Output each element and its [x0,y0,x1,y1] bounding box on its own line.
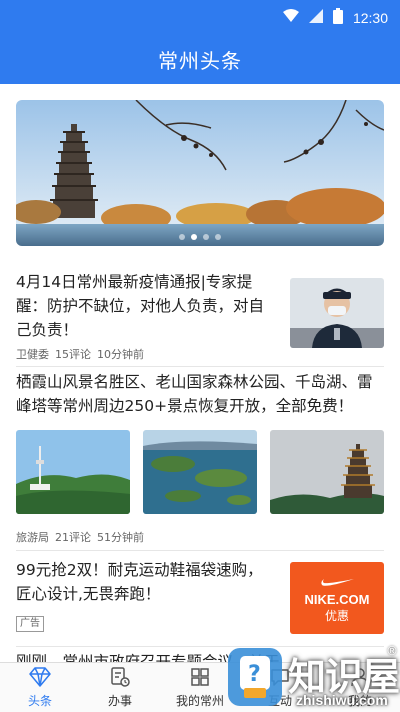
ad-tag: 广告 [16,616,44,632]
officer-photo [290,278,384,348]
news-thumbnail[interactable] [143,430,257,514]
tab-services[interactable]: 办事 [80,663,160,712]
lake-islands-photo [143,430,257,514]
watermark-registered: ® [386,644,398,658]
app-header: 常州头条 [0,34,400,84]
news-time: 51分钟前 [97,531,144,544]
site-watermark: ? 知识屋 ® zhishiwu.com [220,630,400,711]
news-thumbnail[interactable] [270,430,384,514]
news-thumbnail[interactable] [290,278,384,348]
status-bar: 12:30 [0,0,400,34]
news-item-title[interactable]: 4月14日常州最新疫情通报|专家提醒：防护不缺位，对他人负责，对自己负责！ [16,270,278,342]
tab-headlines[interactable]: 头条 [0,663,80,712]
ad-thumbnail[interactable]: NIKE.COM 优惠 [290,562,384,634]
tower-landscape-photo [16,430,130,514]
grid-icon [190,667,210,690]
divider [16,366,384,367]
news-source: 卫健委 [16,348,49,361]
news-time: 10分钟前 [97,348,144,361]
carousel-dot[interactable] [203,234,209,240]
ad-title[interactable]: 99元抢2双！耐克运动鞋福袋速购，匠心设计,无畏奔跑！ [16,558,278,606]
news-feed[interactable]: 4月14日常州最新疫情通报|专家提醒：防护不缺位，对他人负责，对自己负责！ 卫健… [0,84,400,662]
tab-label: 头条 [27,693,52,708]
status-time: 12:30 [352,9,388,26]
signal-icon [308,9,323,26]
tab-label: 我的常州 [175,693,224,708]
ad-brand: NIKE.COM [304,591,370,607]
divider [16,550,384,551]
help-icon: ? [248,662,261,687]
banner-carousel[interactable] [16,100,384,246]
news-item-title[interactable]: 栖霞山风景名胜区、老山国家森林公园、千岛湖、雷峰塔等常州周边250+景点恢复开放… [16,370,384,418]
banner-image [16,100,384,246]
nike-swoosh-icon [320,573,354,592]
carousel-dot-active[interactable] [191,234,197,240]
ad-subtitle: 优惠 [324,608,349,623]
watermark-url: zhishiwu.com [296,692,388,708]
news-meta: 卫健委 15评论 10分钟前 [16,346,144,362]
battery-icon [332,8,343,27]
news-comments: 21评论 [55,531,91,544]
tab-label: 办事 [107,693,132,708]
news-comments: 15评论 [55,348,91,361]
news-meta: 旅游局 21评论 51分钟前 [16,529,144,545]
carousel-dot[interactable] [179,234,185,240]
diamond-icon [29,666,51,690]
carousel-dot[interactable] [215,234,221,240]
pagoda-photo [270,430,384,514]
news-thumbnail[interactable] [16,430,130,514]
carousel-dots[interactable] [16,234,384,240]
page-title: 常州头条 [158,48,242,73]
document-clock-icon [110,666,130,690]
news-source: 旅游局 [16,531,49,544]
wifi-icon [282,9,299,26]
